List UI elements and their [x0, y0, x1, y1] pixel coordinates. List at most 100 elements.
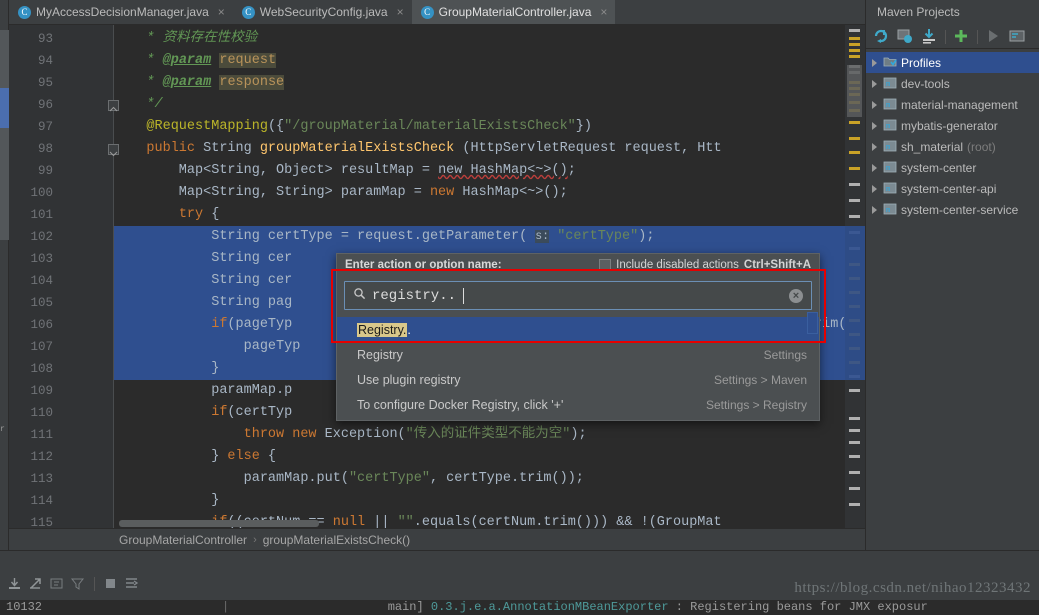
maven-tree-item-system-center-api[interactable]: m system-center-api: [866, 178, 1039, 199]
error-stripe-marker[interactable]: [849, 455, 860, 458]
action-result-row[interactable]: Use plugin registry Settings > Maven: [337, 367, 819, 392]
error-stripe-marker[interactable]: [849, 441, 860, 444]
include-disabled-actions-row[interactable]: Include disabled actions Ctrl+Shift+A: [599, 259, 811, 271]
error-stripe-marker[interactable]: [849, 43, 860, 46]
error-stripe-marker[interactable]: [849, 37, 860, 40]
search-field[interactable]: registry.. ×: [344, 281, 812, 310]
expand-arrow-icon[interactable]: [872, 184, 877, 193]
error-stripe-marker[interactable]: [849, 487, 860, 490]
line-number: 115: [30, 516, 53, 528]
goto-action-dialog[interactable]: Enter action or option name: Include dis…: [336, 253, 820, 421]
breadcrumb[interactable]: GroupMaterialController › groupMaterialE…: [9, 528, 865, 550]
code-line[interactable]: */: [114, 94, 865, 116]
maven-projects-panel[interactable]: Maven Projects Profiles m dev-tools m ma…: [865, 0, 1039, 550]
error-stripe[interactable]: [845, 25, 865, 528]
stop-icon[interactable]: [102, 575, 120, 593]
generate-sources-icon[interactable]: [895, 26, 916, 47]
expand-arrow-icon[interactable]: [872, 163, 877, 172]
error-stripe-marker[interactable]: [849, 137, 860, 140]
code-line[interactable]: } else {: [114, 446, 865, 468]
horizontal-scrollbar[interactable]: [119, 520, 319, 527]
breadcrumb-class[interactable]: GroupMaterialController: [119, 533, 247, 547]
error-stripe-marker[interactable]: [849, 49, 860, 52]
error-stripe-marker[interactable]: [849, 121, 860, 124]
open-in-browser-icon[interactable]: [27, 575, 45, 593]
breadcrumb-method[interactable]: groupMaterialExistsCheck(): [263, 533, 410, 547]
close-icon[interactable]: ×: [600, 6, 607, 18]
code-line[interactable]: Map<String, Object> resultMap = new Hash…: [114, 160, 865, 182]
error-stripe-marker[interactable]: [849, 183, 860, 186]
error-stripe-marker[interactable]: [849, 389, 860, 392]
dialog-scrollbar-thumb[interactable]: [807, 312, 818, 334]
print-icon[interactable]: [48, 575, 66, 593]
line-number: 103: [30, 252, 53, 266]
editor-tab-label: WebSecurityConfig.java: [259, 5, 388, 19]
close-icon[interactable]: ×: [397, 6, 404, 18]
code-line[interactable]: * @param request: [114, 50, 865, 72]
export-to-file-icon[interactable]: [6, 575, 24, 593]
maven-tree-item-label: system-center: [901, 160, 977, 175]
error-stripe-marker[interactable]: [849, 199, 860, 202]
error-stripe-marker[interactable]: [849, 29, 860, 32]
code-line[interactable]: public String groupMaterialExistsCheck (…: [114, 138, 865, 160]
error-stripe-marker[interactable]: [849, 417, 860, 420]
expand-arrow-icon[interactable]: [872, 205, 877, 214]
filter-icon[interactable]: [69, 575, 87, 593]
code-line[interactable]: paramMap.put("certType", certType.trim()…: [114, 468, 865, 490]
code-line[interactable]: }: [114, 490, 865, 512]
error-stripe-marker[interactable]: [849, 215, 860, 218]
code-line[interactable]: * 资料存在性校验: [114, 28, 865, 50]
editor-tab-1[interactable]: C WebSecurityConfig.java ×: [233, 0, 412, 24]
editor-tab-2[interactable]: C GroupMaterialController.java ×: [411, 0, 616, 24]
search-input[interactable]: registry..: [372, 288, 456, 304]
line-number: 111: [30, 428, 53, 442]
expand-arrow-icon[interactable]: [872, 58, 877, 67]
console-logger: 0.3.j.e.a.AnnotationMBeanExporter: [430, 600, 669, 614]
expand-arrow-icon[interactable]: [872, 142, 877, 151]
run-maven-build-icon[interactable]: [983, 26, 1004, 47]
soft-wrap-icon[interactable]: [123, 575, 141, 593]
code-line[interactable]: @RequestMapping({"/groupMaterial/materia…: [114, 116, 865, 138]
clear-icon[interactable]: ×: [789, 289, 803, 303]
code-line[interactable]: throw new Exception("传入的证件类型不能为空");: [114, 424, 865, 446]
editor-tab-0[interactable]: C MyAccessDecisionManager.java ×: [9, 0, 233, 24]
expand-arrow-icon[interactable]: [872, 100, 877, 109]
left-tool-strip[interactable]: r: [0, 0, 9, 615]
error-stripe-marker[interactable]: [849, 429, 860, 432]
action-result-row[interactable]: To configure Docker Registry, click '+' S…: [337, 392, 819, 417]
action-result-row[interactable]: Registry Settings: [337, 342, 819, 367]
action-results-list[interactable]: Registry.. Registry Settings Use plugin reg…: [337, 317, 819, 420]
editor-tab-bar[interactable]: C MyAccessDecisionManager.java × C WebSe…: [9, 0, 865, 25]
maven-tree-item-dev-tools[interactable]: m dev-tools: [866, 73, 1039, 94]
maven-toolbar[interactable]: [866, 25, 1039, 49]
maven-tree-item-Profiles[interactable]: Profiles: [866, 52, 1039, 73]
error-stripe-marker[interactable]: [849, 167, 860, 170]
close-icon[interactable]: ×: [218, 6, 225, 18]
action-result-row[interactable]: Registry..: [337, 317, 819, 342]
maven-tree-item-mybatis-generator[interactable]: m mybatis-generator: [866, 115, 1039, 136]
expand-arrow-icon[interactable]: [872, 79, 877, 88]
code-line[interactable]: Map<String, String> paramMap = new HashM…: [114, 182, 865, 204]
maven-tree-item-material-management[interactable]: m material-management: [866, 94, 1039, 115]
maven-tree-item-system-center-service[interactable]: m system-center-service: [866, 199, 1039, 220]
execute-goal-icon[interactable]: [1007, 26, 1028, 47]
maven-tree-item-sh_material[interactable]: m sh_material (root): [866, 136, 1039, 157]
error-stripe-marker[interactable]: [849, 151, 860, 154]
editor-gutter[interactable]: 93 94 95 96 97 98 99 100 101 102 103 104 105 106 107 10…: [9, 25, 114, 528]
console-action-buttons[interactable]: [6, 575, 141, 593]
download-sources-icon[interactable]: [919, 26, 940, 47]
maven-tree-item-system-center[interactable]: m system-center: [866, 157, 1039, 178]
include-disabled-checkbox[interactable]: [599, 259, 612, 271]
maven-project-tree[interactable]: Profiles m dev-tools m material-management m m…: [866, 49, 1039, 220]
code-line[interactable]: String certType = request.getParameter( …: [114, 226, 865, 248]
error-stripe-marker[interactable]: [849, 503, 860, 506]
code-line[interactable]: try {: [114, 204, 865, 226]
reimport-icon[interactable]: [871, 26, 892, 47]
error-stripe-marker[interactable]: [849, 471, 860, 474]
code-line[interactable]: * @param response: [114, 72, 865, 94]
vertical-scrollbar-thumb[interactable]: [847, 65, 862, 117]
error-stripe-marker[interactable]: [849, 55, 860, 58]
expand-arrow-icon[interactable]: [872, 121, 877, 130]
svg-text:m: m: [886, 206, 890, 214]
add-maven-project-icon[interactable]: [951, 26, 972, 47]
